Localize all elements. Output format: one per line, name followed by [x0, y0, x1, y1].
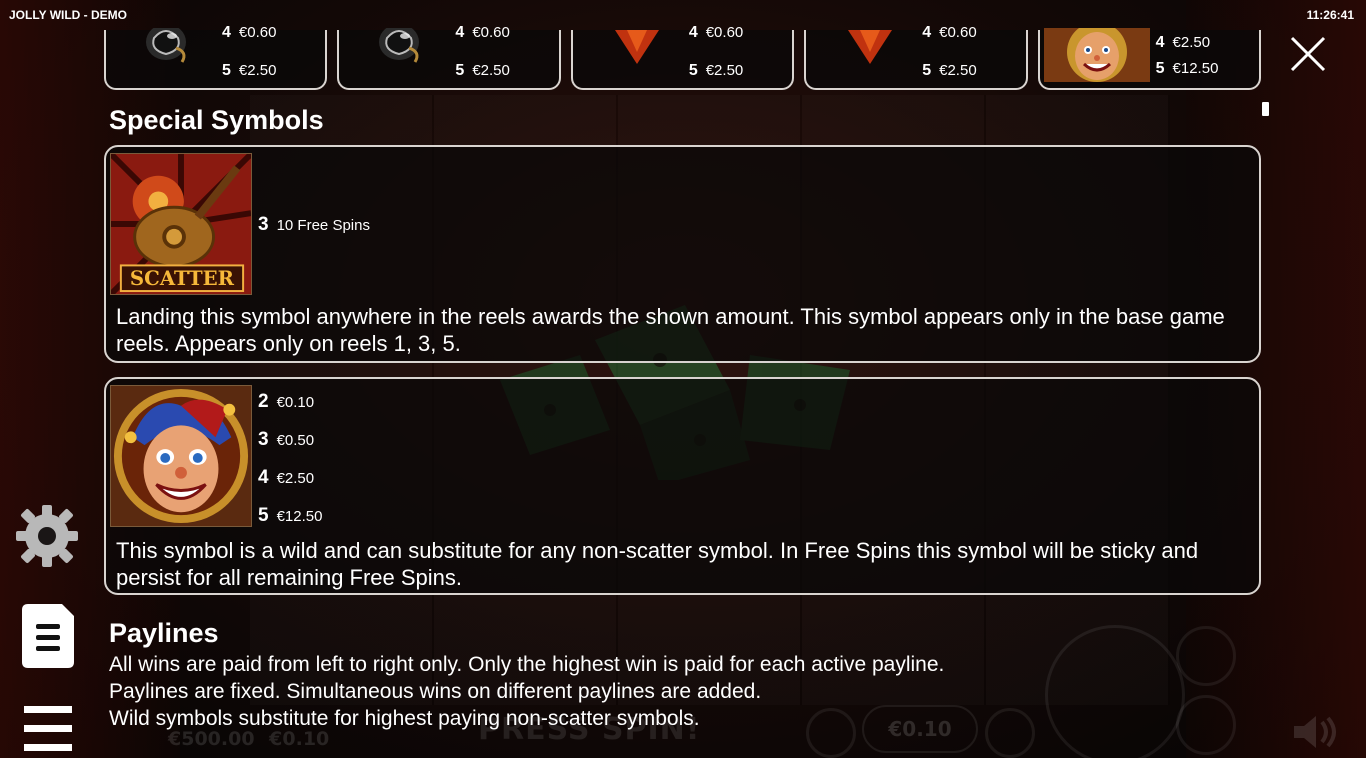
pay-count: 5	[258, 505, 269, 526]
scatter-symbol-box: SCATTER 3 10 Free Spins Landing this sym…	[104, 145, 1261, 363]
pay-value: €0.60	[705, 24, 744, 41]
pay-value: €12.50	[1172, 60, 1219, 77]
pay-value: €2.50	[705, 62, 744, 79]
scatter-label: SCATTER	[130, 266, 235, 290]
wild-symbol-box: 2 €0.10 3 €0.50 4 €2.50 5 €12.50 This sy…	[104, 377, 1261, 595]
settings-gear-icon[interactable]	[14, 503, 80, 569]
paytable-card: 4 €2.50 5 €12.50	[1037, 28, 1262, 90]
wild-pay-line: 3 €0.50	[258, 429, 314, 451]
paytable-row: 4 €0.60 5 €2.50 4 €0.60 5 €2.50 4 €0.60 5 €2.5…	[104, 24, 1262, 90]
pay-count: 4	[455, 24, 465, 41]
pay-value: €12.50	[276, 508, 323, 525]
window-title: JOLLY WILD - DEMO	[9, 8, 128, 22]
pay-value: €2.50	[238, 62, 277, 79]
pay-count: 5	[455, 62, 465, 79]
pay-value: €0.60	[939, 24, 977, 41]
pay-count: 4	[258, 467, 269, 488]
pay-value: €0.60	[472, 24, 510, 41]
paytable-card: 4 €0.60 5 €2.50	[337, 24, 561, 90]
jester-symbol-icon	[1043, 28, 1150, 82]
wild-description: This symbol is a wild and can substitute…	[116, 538, 1199, 590]
pay-count: 4	[688, 24, 698, 41]
paylines-text: All wins are paid from left to right onl…	[109, 651, 1209, 732]
paytable-card: 4 €0.60 5 €2.50	[804, 24, 1028, 90]
close-icon[interactable]	[1286, 32, 1330, 76]
spade-symbol-icon	[146, 28, 186, 63]
special-symbols-title: Special Symbols	[109, 105, 324, 135]
scatter-symbol-icon: SCATTER	[110, 153, 252, 295]
hamburger-menu-icon[interactable]	[24, 706, 72, 752]
paylines-line: Paylines are fixed. Simultaneous wins on…	[109, 680, 762, 703]
pay-count: 5	[222, 62, 231, 79]
scrollbar-thumb[interactable]	[1262, 102, 1269, 116]
paytable-card: 4 €0.60 5 €2.50	[570, 24, 795, 90]
pay-count: 5	[922, 62, 932, 79]
pay-value: €0.60	[238, 24, 277, 41]
spade-symbol-icon	[379, 28, 420, 63]
pay-count: 3	[258, 214, 269, 235]
pay-value: €2.50	[1172, 34, 1211, 51]
paylines-line: Wild symbols substitute for highest payi…	[109, 707, 700, 730]
pay-count: 5	[1155, 60, 1165, 77]
diamond-symbol-icon	[848, 30, 893, 64]
diamond-symbol-icon	[614, 30, 659, 64]
pay-count: 3	[258, 429, 269, 450]
pay-count: 4	[222, 24, 231, 41]
jester-wild-symbol-icon	[110, 385, 252, 527]
pay-count: 2	[258, 391, 269, 412]
wild-pay-line: 4 €2.50	[258, 467, 314, 489]
paytable-document-icon[interactable]	[22, 604, 74, 668]
paylines-line: All wins are paid from left to right onl…	[109, 653, 945, 676]
paylines-title: Paylines	[109, 618, 219, 648]
scatter-pay-line: 3 10 Free Spins	[258, 214, 370, 236]
sound-icon[interactable]	[1290, 712, 1346, 752]
pay-value: €0.10	[276, 394, 315, 411]
status-bar: JOLLY WILD - DEMO 11:26:41	[0, 0, 1366, 30]
wild-pay-line: 2 €0.10	[258, 391, 314, 413]
pay-value: €0.50	[276, 432, 315, 449]
clock: 11:26:41	[1306, 8, 1354, 22]
pay-value: 10 Free Spins	[276, 217, 370, 234]
paytable-card: 4 €0.60 5 €2.50	[104, 24, 328, 90]
pay-count: 4	[922, 24, 932, 41]
pay-value: €2.50	[276, 470, 315, 487]
pay-count: 4	[1155, 34, 1165, 51]
pay-count: 5	[688, 62, 698, 79]
pay-value: €2.50	[939, 62, 977, 79]
scatter-description: Landing this symbol anywhere in the reel…	[116, 304, 1225, 356]
wild-pay-line: 5 €12.50	[258, 505, 322, 527]
pay-value: €2.50	[472, 62, 510, 79]
